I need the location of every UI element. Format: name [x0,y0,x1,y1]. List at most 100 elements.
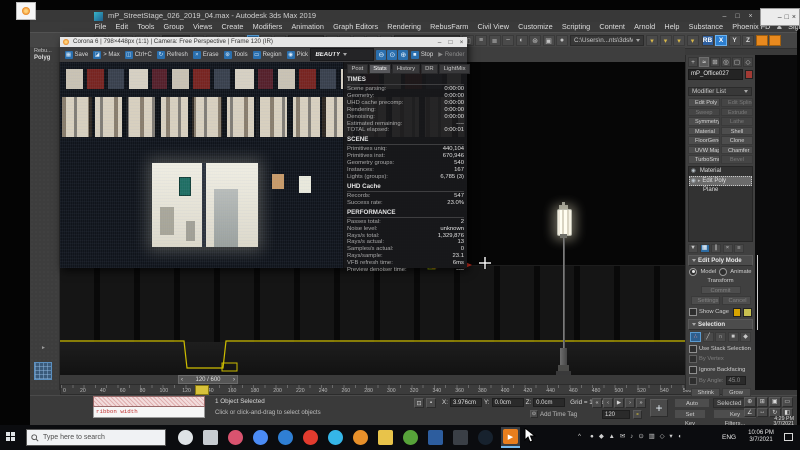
tray-icon-10[interactable]: ◖ [678,433,682,440]
modify-tab-icon[interactable]: ≈ [699,57,709,67]
close-button[interactable]: × [744,12,757,21]
show-end-result-icon[interactable]: ▦ [700,244,710,253]
app-icon-2[interactable] [251,428,270,447]
cage-color-swatch-1[interactable] [733,308,742,317]
utilities-tab-icon[interactable]: ◇ [743,57,753,67]
modifier-button[interactable]: Shell [721,127,753,136]
project-folder-dropdown[interactable]: C:\Users\n...nts\3dsMax [570,35,644,46]
menu-item[interactable]: Tools [133,22,159,32]
ribbon-tab-polygon-modeling[interactable]: Polyg [34,55,50,61]
motion-tab-icon[interactable]: ◎ [721,57,731,67]
shrink-button[interactable]: Shrink [691,388,720,397]
tray-icon-8[interactable]: ◇ [660,433,665,440]
polygon-mode-icon[interactable]: ■ [728,332,739,342]
zoom-extents-icon[interactable]: ▣ [769,397,781,407]
configure-modifier-sets-icon[interactable]: ≡ [734,244,744,253]
time-slider[interactable] [195,385,209,395]
modifier-button[interactable]: Clone [721,136,753,145]
modifier-stack-row[interactable]: ◉ Material [689,167,752,177]
settings-button[interactable]: Settings [691,296,720,305]
modifier-button[interactable]: FloorGenerator [688,136,720,145]
menu-item[interactable]: Views [188,22,217,32]
app-icon-7[interactable] [426,428,445,447]
vertex-mode-icon[interactable]: ∴ [690,332,701,342]
maximize-button[interactable]: □ [731,12,744,21]
rollout-selection[interactable]: Selection [688,319,753,330]
show-cage-checkbox[interactable] [689,308,697,316]
next-frame-arrow[interactable]: › [233,377,235,383]
vfb-erase-button[interactable]: × Erase [190,49,221,61]
media-player-icon[interactable]: ▶ [501,427,520,448]
tray-icon-2[interactable]: ◆ [599,433,604,440]
app-icon-8[interactable] [451,428,470,447]
bg-close-button[interactable]: × [792,14,796,21]
current-frame-field[interactable]: 120 [602,410,630,419]
task-view-icon[interactable] [201,428,220,447]
time-tag[interactable]: ⊙ Add Time Tag [530,410,577,418]
play-button[interactable]: ▶ [614,398,624,408]
modifier-button[interactable]: UVW Map [688,146,720,155]
cortana-icon[interactable] [176,428,195,447]
transform-tool-button[interactable]: + [650,399,668,417]
asset-tracking-icon-2[interactable]: ▾ [660,35,672,46]
tray-icon-6[interactable]: ⊙ [638,433,643,440]
bg-minimize-button[interactable]: – [778,14,782,21]
ignore-backfacing-checkbox[interactable] [689,366,697,374]
use-stack-selection-checkbox[interactable] [689,345,697,353]
tray-icon-7[interactable]: ▥ [649,433,655,440]
hierarchy-tab-icon[interactable]: ⊞ [710,57,720,67]
strip-expand-icon[interactable]: ► [41,345,46,351]
menu-item[interactable]: Civil View [473,22,514,32]
maxscript-listener-white[interactable]: ribbon width [93,407,205,418]
by-angle-checkbox[interactable] [689,377,697,385]
ribbon-tab-rebusfarm[interactable]: Rebu... [34,48,52,54]
modifier-button[interactable]: Lathe [721,117,753,126]
modifier-button[interactable]: TurboSmooth [688,155,720,164]
tray-icon-1[interactable]: ● [590,433,594,440]
goto-end-button[interactable]: » [636,398,646,408]
floating-corona-icon[interactable] [16,2,36,20]
expand-caret-icon[interactable]: ▸ [698,178,701,184]
make-unique-icon[interactable]: ∥ [711,244,721,253]
zoom-all-icon[interactable]: ⊞ [757,397,769,407]
scene-explorer-icon[interactable]: ≣ [489,35,501,46]
modifier-button[interactable]: Chamfer [721,146,753,155]
object-color-swatch[interactable] [745,70,753,79]
plugin-button-1[interactable] [756,35,768,46]
visibility-icon[interactable]: ◉ [691,168,696,174]
cancel-button[interactable]: Cancel [722,296,751,305]
time-ruler[interactable]: 0204060801001201401601802002202402602803… [60,384,740,395]
menu-item[interactable]: Rendering [383,22,426,32]
modifier-button[interactable]: Extrude [721,108,753,117]
axis-constraint-y-button[interactable]: Y [729,35,741,46]
cage-color-swatch-2[interactable] [743,308,752,317]
menu-item[interactable]: Scripting [557,22,595,32]
menu-item[interactable]: Group [159,22,188,32]
menu-item[interactable]: RebusFarm [426,22,473,32]
menu-item[interactable]: Edit [111,22,133,32]
display-tab-icon[interactable]: ▢ [732,57,742,67]
street-lamp[interactable] [556,202,571,375]
app-icon-1[interactable] [226,428,245,447]
vfb-stats-tab[interactable]: DR [421,64,439,74]
model-radio[interactable] [689,268,697,276]
taskbar-search[interactable]: Type here to search [26,429,166,446]
onedrive-icon[interactable] [276,428,295,447]
rendered-frame-icon[interactable]: ▣ [543,35,555,46]
isolate-selection-icon[interactable]: ⊡ [414,398,424,408]
border-mode-icon[interactable]: ∩ [715,332,726,342]
maxscript-listener-pink[interactable] [93,396,205,407]
modifier-button[interactable]: Edit Poly [688,98,720,107]
field-of-view-icon[interactable]: ∠ [744,408,756,418]
render-production-icon[interactable]: ● [556,35,568,46]
vfb-save-button[interactable]: ▦ Save [62,49,91,61]
bg-maximize-button[interactable]: □ [785,14,789,21]
notification-center-icon[interactable] [784,433,793,441]
curve-editor-icon[interactable]: ~ [502,35,514,46]
asset-tracking-icon-3[interactable]: ▾ [673,35,685,46]
app-icon-9[interactable] [476,428,495,447]
key-mode-icon[interactable]: ∘ [633,410,642,419]
rebusfarm-button[interactable]: RB [702,35,714,46]
modifier-button[interactable]: Material [688,127,720,136]
vfb-render-button[interactable]: ▶ Render [436,49,467,61]
